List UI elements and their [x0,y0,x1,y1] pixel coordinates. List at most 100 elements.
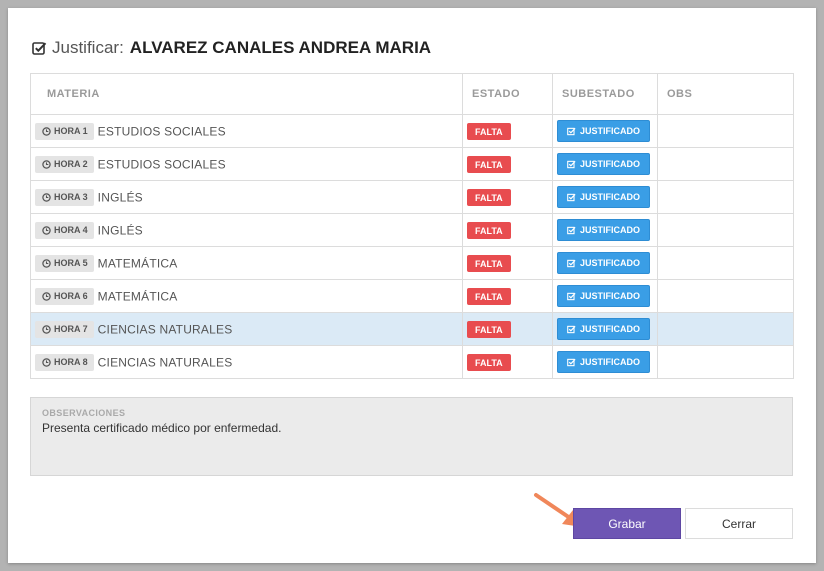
cell-materia: HORA 5 MATEMÁTICA [30,246,463,280]
hora-badge: HORA 4 [35,221,94,239]
materia-name: MATEMÁTICA [97,289,178,303]
cell-estado: FALTA [462,180,553,214]
justificado-button[interactable]: JUSTIFICADO [557,351,651,373]
cell-materia: HORA 3 INGLÉS [30,180,463,214]
student-name: ALVAREZ CANALES ANDREA MARIA [129,38,432,57]
observaciones-field[interactable]: OBSERVACIONES Presenta certificado médic… [30,397,793,476]
cell-materia: HORA 4 INGLÉS [30,213,463,247]
clock-icon [42,225,51,235]
justificado-label: JUSTIFICADO [580,324,641,334]
materia-name: MATEMÁTICA [97,256,178,270]
clock-icon [42,357,51,367]
cell-estado: FALTA [462,114,553,148]
cell-materia: HORA 1 ESTUDIOS SOCIALES [30,114,463,148]
justificado-label: JUSTIFICADO [580,258,641,268]
cell-estado: FALTA [462,213,553,247]
clock-icon [42,159,51,169]
hora-badge: HORA 6 [35,287,94,305]
hora-label: HORA 3 [54,192,88,202]
falta-badge: FALTA [467,320,511,338]
clock-icon [42,324,51,334]
hora-label: HORA 1 [54,126,88,136]
observaciones-label: OBSERVACIONES [42,408,126,418]
justificado-button[interactable]: JUSTIFICADO [557,186,651,208]
cell-materia: HORA 6 MATEMÁTICA [30,279,463,313]
check-square-icon [567,259,576,268]
hora-label: HORA 7 [54,324,88,334]
cell-estado: FALTA [462,345,553,379]
cell-obs[interactable] [657,279,794,313]
justificado-label: JUSTIFICADO [580,192,641,202]
justificado-button[interactable]: JUSTIFICADO [557,285,651,307]
table-row[interactable]: HORA 3 INGLÉS FALTA JUSTIFICADO [30,180,794,214]
falta-badge: FALTA [467,155,511,173]
hora-label: HORA 8 [54,357,88,367]
materia-name: ESTUDIOS SOCIALES [97,124,226,138]
table-row[interactable]: HORA 4 INGLÉS FALTA JUSTIFICADO [30,213,794,247]
hora-label: HORA 5 [54,258,88,268]
cell-materia: HORA 2 ESTUDIOS SOCIALES [30,147,463,181]
clock-icon [42,258,51,268]
check-square-icon [567,226,576,235]
falta-badge: FALTA [467,254,511,272]
cell-subestado: JUSTIFICADO [552,345,658,379]
cell-subestado: JUSTIFICADO [552,312,658,346]
cell-obs[interactable] [657,114,794,148]
attendance-table: MATERIA ESTADO SUBESTADO OBS HORA 1 ESTUD… [30,73,794,379]
cell-subestado: JUSTIFICADO [552,279,658,313]
cell-obs[interactable] [657,147,794,181]
cell-subestado: JUSTIFICADO [552,213,658,247]
table-row[interactable]: HORA 5 MATEMÁTICA FALTA JUSTIFICADO [30,246,794,280]
falta-badge: FALTA [467,122,511,140]
cell-obs[interactable] [657,345,794,379]
justificado-button[interactable]: JUSTIFICADO [557,318,651,340]
check-square-icon [567,160,576,169]
clock-icon [42,291,51,301]
falta-badge: FALTA [467,353,511,371]
clock-icon [42,192,51,202]
table-row[interactable]: HORA 6 MATEMÁTICA FALTA JUSTIFICADO [30,279,794,313]
check-square-icon [567,193,576,202]
header-materia: MATERIA [30,73,463,115]
table-row[interactable]: HORA 1 ESTUDIOS SOCIALES FALTA JUSTIFICADO [30,114,794,148]
check-square-icon [567,127,576,136]
hora-badge: HORA 2 [35,155,94,173]
table-row[interactable]: HORA 7 CIENCIAS NATURALES FALTA JUSTIFICADO [30,312,794,346]
justificado-button[interactable]: JUSTIFICADO [557,120,651,142]
hora-badge: HORA 8 [35,353,94,371]
observaciones-value[interactable]: Presenta certificado médico por enfermed… [42,421,781,435]
close-button[interactable]: Cerrar [685,508,793,539]
hora-label: HORA 2 [54,159,88,169]
hora-label: HORA 6 [54,291,88,301]
cell-obs[interactable] [657,213,794,247]
table-row[interactable]: HORA 2 ESTUDIOS SOCIALES FALTA JUSTIFICADO [30,147,794,181]
check-square-icon [567,325,576,334]
hora-badge: HORA 3 [35,188,94,206]
cell-obs[interactable] [657,246,794,280]
justificado-button[interactable]: JUSTIFICADO [557,219,651,241]
cell-materia: HORA 8 CIENCIAS NATURALES [30,345,463,379]
hora-badge: HORA 7 [35,320,94,338]
materia-name: ESTUDIOS SOCIALES [97,157,226,171]
cell-subestado: JUSTIFICADO [552,114,658,148]
falta-badge: FALTA [467,188,511,206]
justificado-label: JUSTIFICADO [580,159,641,169]
cell-obs[interactable] [657,180,794,214]
materia-name: CIENCIAS NATURALES [97,322,233,336]
table-row[interactable]: HORA 8 CIENCIAS NATURALES FALTA JUSTIFICADO [30,345,794,379]
justificado-label: JUSTIFICADO [580,357,641,367]
title-label: Justificar: [52,38,124,57]
cell-estado: FALTA [462,279,553,313]
justificado-button[interactable]: JUSTIFICADO [557,153,651,175]
cell-materia: HORA 7 CIENCIAS NATURALES [30,312,463,346]
justificado-label: JUSTIFICADO [580,225,641,235]
table-header-row: MATERIA ESTADO SUBESTADO OBS [30,73,794,115]
save-button[interactable]: Grabar [573,508,681,539]
cell-obs[interactable] [657,312,794,346]
hora-badge: HORA 5 [35,254,94,272]
falta-badge: FALTA [467,287,511,305]
justificado-button[interactable]: JUSTIFICADO [557,252,651,274]
materia-name: INGLÉS [97,190,143,204]
justificado-label: JUSTIFICADO [580,126,641,136]
cell-subestado: JUSTIFICADO [552,180,658,214]
